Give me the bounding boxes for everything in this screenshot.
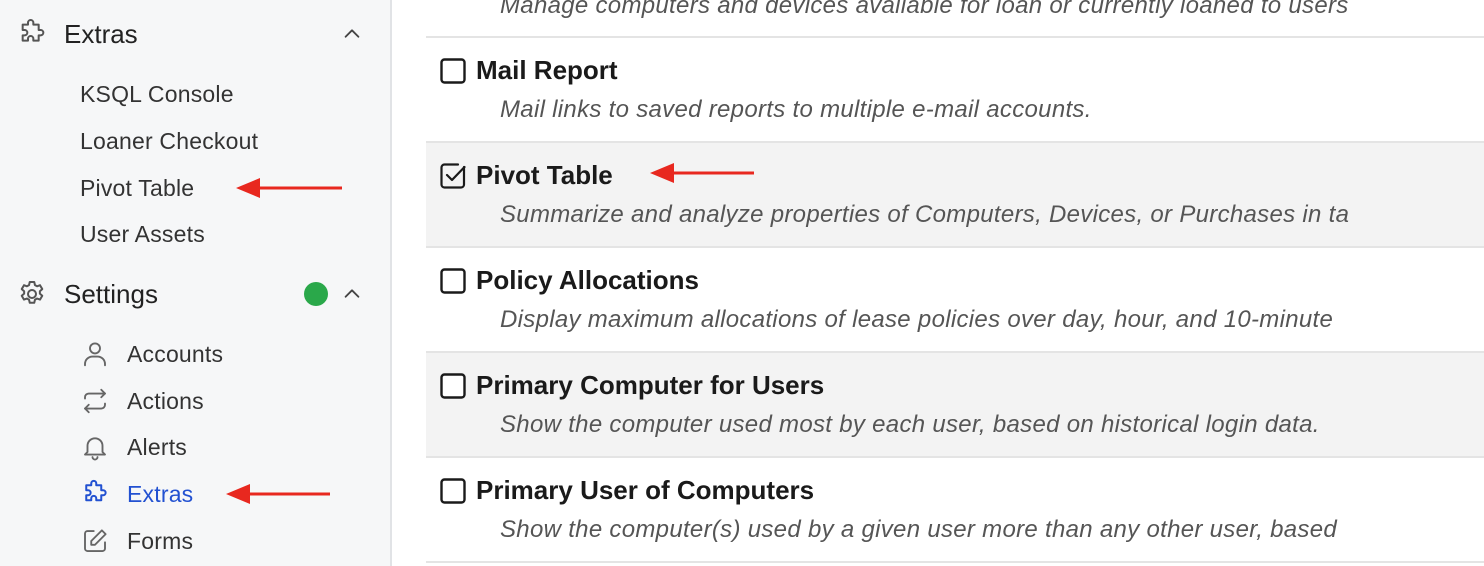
extra-description: Summarize and analyze properties of Comp… bbox=[500, 201, 1350, 228]
chevron-up-icon[interactable] bbox=[340, 22, 364, 46]
extra-description: Mail links to saved reports to multiple … bbox=[500, 96, 1092, 123]
list-item: Policy Allocations Display maximum alloc… bbox=[426, 248, 1484, 353]
section-title: Extras bbox=[64, 18, 138, 49]
edit-icon bbox=[78, 524, 112, 558]
annotation-arrow-icon bbox=[226, 484, 330, 504]
extra-description: Display maximum allocations of lease pol… bbox=[500, 306, 1334, 333]
list-item: Mail Report Mail links to saved reports … bbox=[426, 38, 1484, 143]
repeat-icon bbox=[78, 384, 112, 418]
annotation-arrow-icon bbox=[236, 178, 342, 198]
section-title: Settings bbox=[64, 278, 158, 309]
sidebar-item-pivot-table[interactable]: Pivot Table bbox=[80, 173, 194, 203]
sidebar-item-label: Alerts bbox=[127, 433, 187, 460]
extra-name: Policy Allocations bbox=[476, 265, 699, 295]
extra-name: Primary User of Computers bbox=[476, 475, 815, 505]
gear-icon bbox=[16, 278, 48, 310]
extras-list: Manage computers and devices available f… bbox=[426, 0, 1484, 566]
chevron-up-icon[interactable] bbox=[340, 282, 364, 306]
extra-name: Primary Computer for Users bbox=[476, 370, 825, 400]
list-item: Primary Computer for Users Show the comp… bbox=[426, 353, 1484, 458]
bell-icon bbox=[78, 430, 112, 464]
checkbox-checked[interactable] bbox=[440, 163, 466, 189]
extra-description: Show the computer used most by each user… bbox=[500, 411, 1320, 438]
list-item: Primary User of Computers Show the compu… bbox=[426, 458, 1484, 563]
sidebar-section-extras[interactable]: Extras bbox=[0, 12, 392, 56]
sidebar-item-accounts[interactable]: Accounts bbox=[78, 336, 223, 372]
checkbox[interactable] bbox=[440, 268, 466, 294]
puzzle-icon bbox=[78, 477, 112, 511]
checkbox[interactable] bbox=[440, 58, 466, 84]
sidebar-section-settings[interactable]: Settings bbox=[0, 272, 392, 316]
sidebar-item-label: Accounts bbox=[127, 340, 224, 367]
list-item: Pivot Table Summarize and analyze proper… bbox=[426, 143, 1484, 248]
annotation-arrow-icon bbox=[650, 163, 754, 183]
user-icon bbox=[78, 337, 112, 371]
sidebar-item-user-assets[interactable]: User Assets bbox=[80, 219, 205, 249]
extra-description: Show the computer(s) used by a given use… bbox=[500, 516, 1338, 543]
puzzle-icon bbox=[16, 18, 48, 50]
sidebar-item-label: Forms bbox=[127, 527, 194, 554]
sidebar-item-actions[interactable]: Actions bbox=[78, 383, 204, 419]
sidebar-item-label: Extras bbox=[127, 480, 194, 507]
extra-description: Manage computers and devices available f… bbox=[500, 0, 1349, 19]
checkbox[interactable] bbox=[440, 373, 466, 399]
sidebar-item-loaner-checkout[interactable]: Loaner Checkout bbox=[80, 126, 258, 156]
sidebar-item-alerts[interactable]: Alerts bbox=[78, 429, 187, 465]
sidebar-item-forms[interactable]: Forms bbox=[78, 523, 193, 559]
extra-name: Mail Report bbox=[476, 55, 618, 85]
checkbox[interactable] bbox=[440, 478, 466, 504]
sidebar-item-extras[interactable]: Extras bbox=[78, 476, 193, 512]
sidebar-item-ksql-console[interactable]: KSQL Console bbox=[80, 79, 234, 109]
sidebar-item-label: Actions bbox=[127, 387, 204, 414]
extra-name: Pivot Table bbox=[476, 160, 613, 190]
list-item: Manage computers and devices available f… bbox=[426, 0, 1484, 38]
status-dot bbox=[304, 282, 328, 306]
